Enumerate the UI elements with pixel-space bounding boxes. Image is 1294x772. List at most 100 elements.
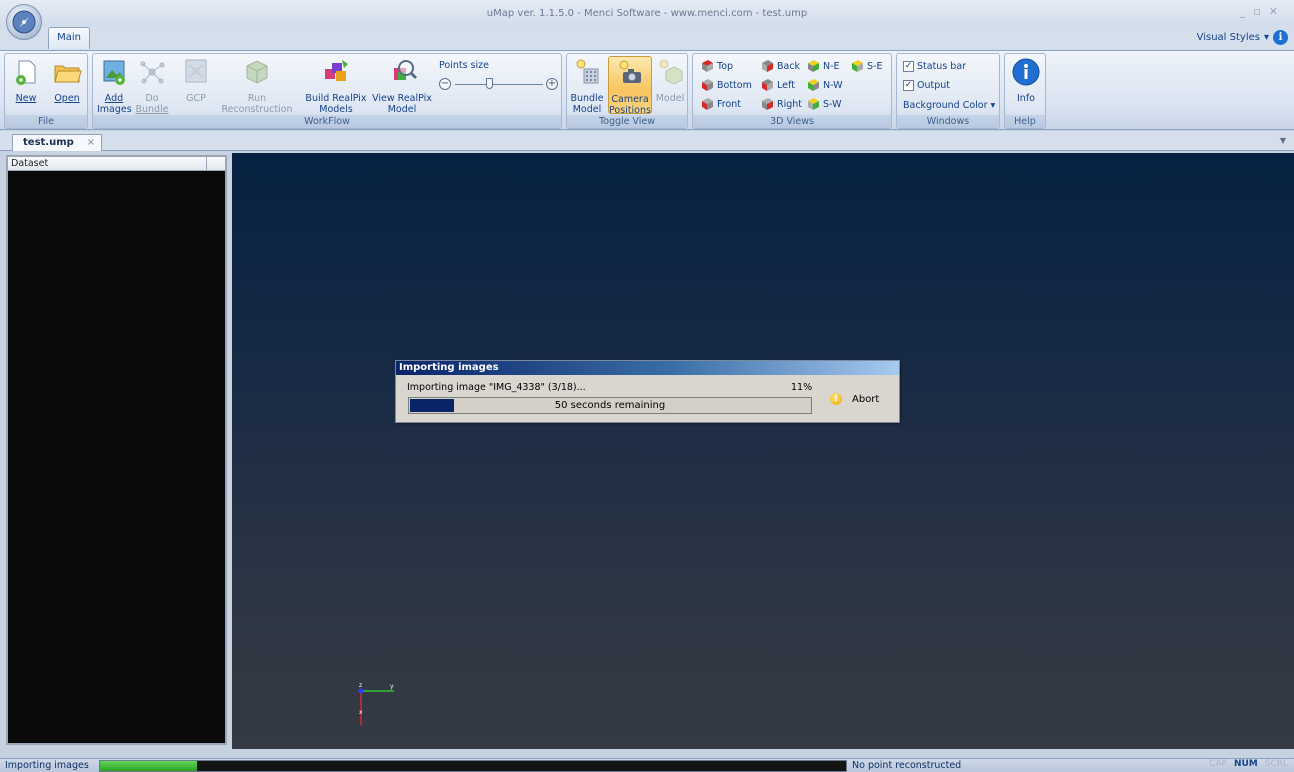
status-bar-label: Status bar [917,60,967,72]
tab-main[interactable]: Main [48,27,90,49]
info-icon[interactable]: i [1273,30,1288,45]
camera-icon [619,60,641,83]
status-bar-checkbox[interactable]: ✓ Status bar [903,58,966,74]
import-percent: 11% [791,382,813,393]
group-windows: ✓ Status bar ✓ Output Background Color ▾… [896,53,1000,129]
close-icon[interactable]: ✕ [1269,5,1286,18]
points-size-slider-thumb[interactable] [486,78,493,89]
bundle-model-toggle[interactable]: Bundle Model [569,56,605,115]
status-progress-bar [99,760,847,772]
build-realpix-models-button[interactable]: Build RealPix Models [301,56,371,115]
warning-icon: ! [830,393,842,405]
group-label-toggle-view: Toggle View [567,115,687,128]
points-size-increase-button[interactable]: + [546,78,558,90]
y-axis-label: y [390,683,394,690]
view-back-label: Back [777,60,801,72]
close-tab-icon[interactable]: × [87,135,95,150]
gcp-icon [185,59,207,83]
new-button[interactable]: New [9,56,43,104]
cube-se-icon [852,60,863,72]
background-color-label: Background Color [903,99,988,111]
maximize-icon[interactable]: ▫ [1253,5,1268,18]
tab-list-dropdown-icon[interactable]: ▼ [1280,136,1286,145]
cube-back-icon [762,60,773,72]
x-axis-label: x [359,709,363,716]
output-checkbox[interactable]: ✓ Output [903,77,950,93]
points-size-decrease-button[interactable]: − [439,78,451,90]
reconstruction-icon [246,60,268,84]
visual-styles-menu[interactable]: Visual Styles ▾ i [1197,30,1288,45]
window-controls[interactable]: _▫✕ [1240,5,1286,18]
view-back-button[interactable]: Back [761,58,800,74]
document-tab-label: test.ump [23,137,74,148]
minimize-icon[interactable]: _ [1240,5,1254,18]
visual-styles-label: Visual Styles [1196,32,1260,43]
open-folder-icon [54,65,82,83]
view-top-button[interactable]: Top [701,58,733,74]
info-icon [1012,58,1040,86]
new-document-icon [16,60,36,85]
axis-gizmo: z y x [358,682,394,725]
view-front-button[interactable]: Front [701,96,741,112]
dataset-panel[interactable]: Dataset [6,155,227,745]
view-left-button[interactable]: Left [761,77,795,93]
dataset-column-header[interactable]: Dataset [8,157,225,171]
view-top-label: Top [717,60,734,72]
cube-top-icon [702,60,713,72]
view-left-label: Left [777,79,795,91]
z-axis-dot [358,688,364,694]
view-right-button[interactable]: Right [761,96,802,112]
group-file: New Open File [4,53,88,129]
background-color-dropdown[interactable]: Background Color ▾ [903,97,995,113]
3d-viewport[interactable] [232,153,1294,749]
view-bottom-button[interactable]: Bottom [701,77,752,93]
document-tab[interactable]: test.ump × [12,134,102,151]
open-label: Open [54,93,80,104]
gcp-button[interactable]: GCP [179,56,213,104]
view-realpix-model-button[interactable]: View RealPix Model [371,56,433,115]
cube-front-icon [702,98,713,110]
view-ne-label: N-E [823,60,840,72]
scroll-lock-indicator: SCRL [1264,759,1288,769]
cube-nw-icon [808,79,819,91]
run-reconstruction-button[interactable]: Run Reconstruction [219,56,295,115]
do-bundle-line2: Bundle [135,104,169,115]
camera-positions-line1: Camera [611,94,649,105]
view-se-button[interactable]: S-E [851,58,882,74]
do-bundle-button[interactable]: Do Bundle [133,56,171,115]
cube-right-icon [762,98,773,110]
view-ne-button[interactable]: N-E [807,58,840,74]
import-status-message: Importing image "IMG_4338" (3/18)... [407,382,586,393]
status-progress-fill [100,761,197,771]
bundle-model-line2: Model [572,104,602,115]
view-nw-label: N-W [823,79,843,91]
abort-button[interactable]: ! Abort [830,390,879,408]
do-bundle-line1: Do [145,93,159,104]
import-progress-bar: 50 seconds remaining [408,397,812,414]
open-button[interactable]: Open [49,56,85,104]
output-check-icon: ✓ [903,79,914,91]
document-tab-strip: test.ump × ▼ [0,131,1294,151]
group-3d-views: Top Bottom Front Back Left Right N-E N-W… [692,53,892,129]
view-sw-button[interactable]: S-W [807,96,841,112]
info-button[interactable]: Info [1009,56,1043,104]
status-bar: Importing images No point reconstructed … [0,758,1294,772]
model-toggle[interactable]: Model [653,56,687,104]
view-realpix-line2: Model [387,104,417,115]
group-label-3d-views: 3D Views [693,115,891,128]
ribbon-tab-row [0,26,1294,50]
points-size-slider-track[interactable] [455,84,543,85]
app-orb-icon[interactable] [6,4,42,40]
status-text: Importing images [5,760,89,771]
add-images-button[interactable]: Add Images [97,56,132,115]
cube-left-icon [762,79,773,91]
build-realpix-line1: Build RealPix [305,93,367,104]
view-nw-button[interactable]: N-W [807,77,843,93]
run-reconstruction-line1: Run [247,93,267,104]
view-model-icon [394,60,418,80]
model-cube-icon [659,59,683,85]
view-sw-label: S-W [823,98,842,110]
dialog-title: Importing images [396,361,899,375]
view-realpix-line1: View RealPix [372,93,432,104]
camera-positions-toggle[interactable]: Camera Positions [608,56,652,116]
